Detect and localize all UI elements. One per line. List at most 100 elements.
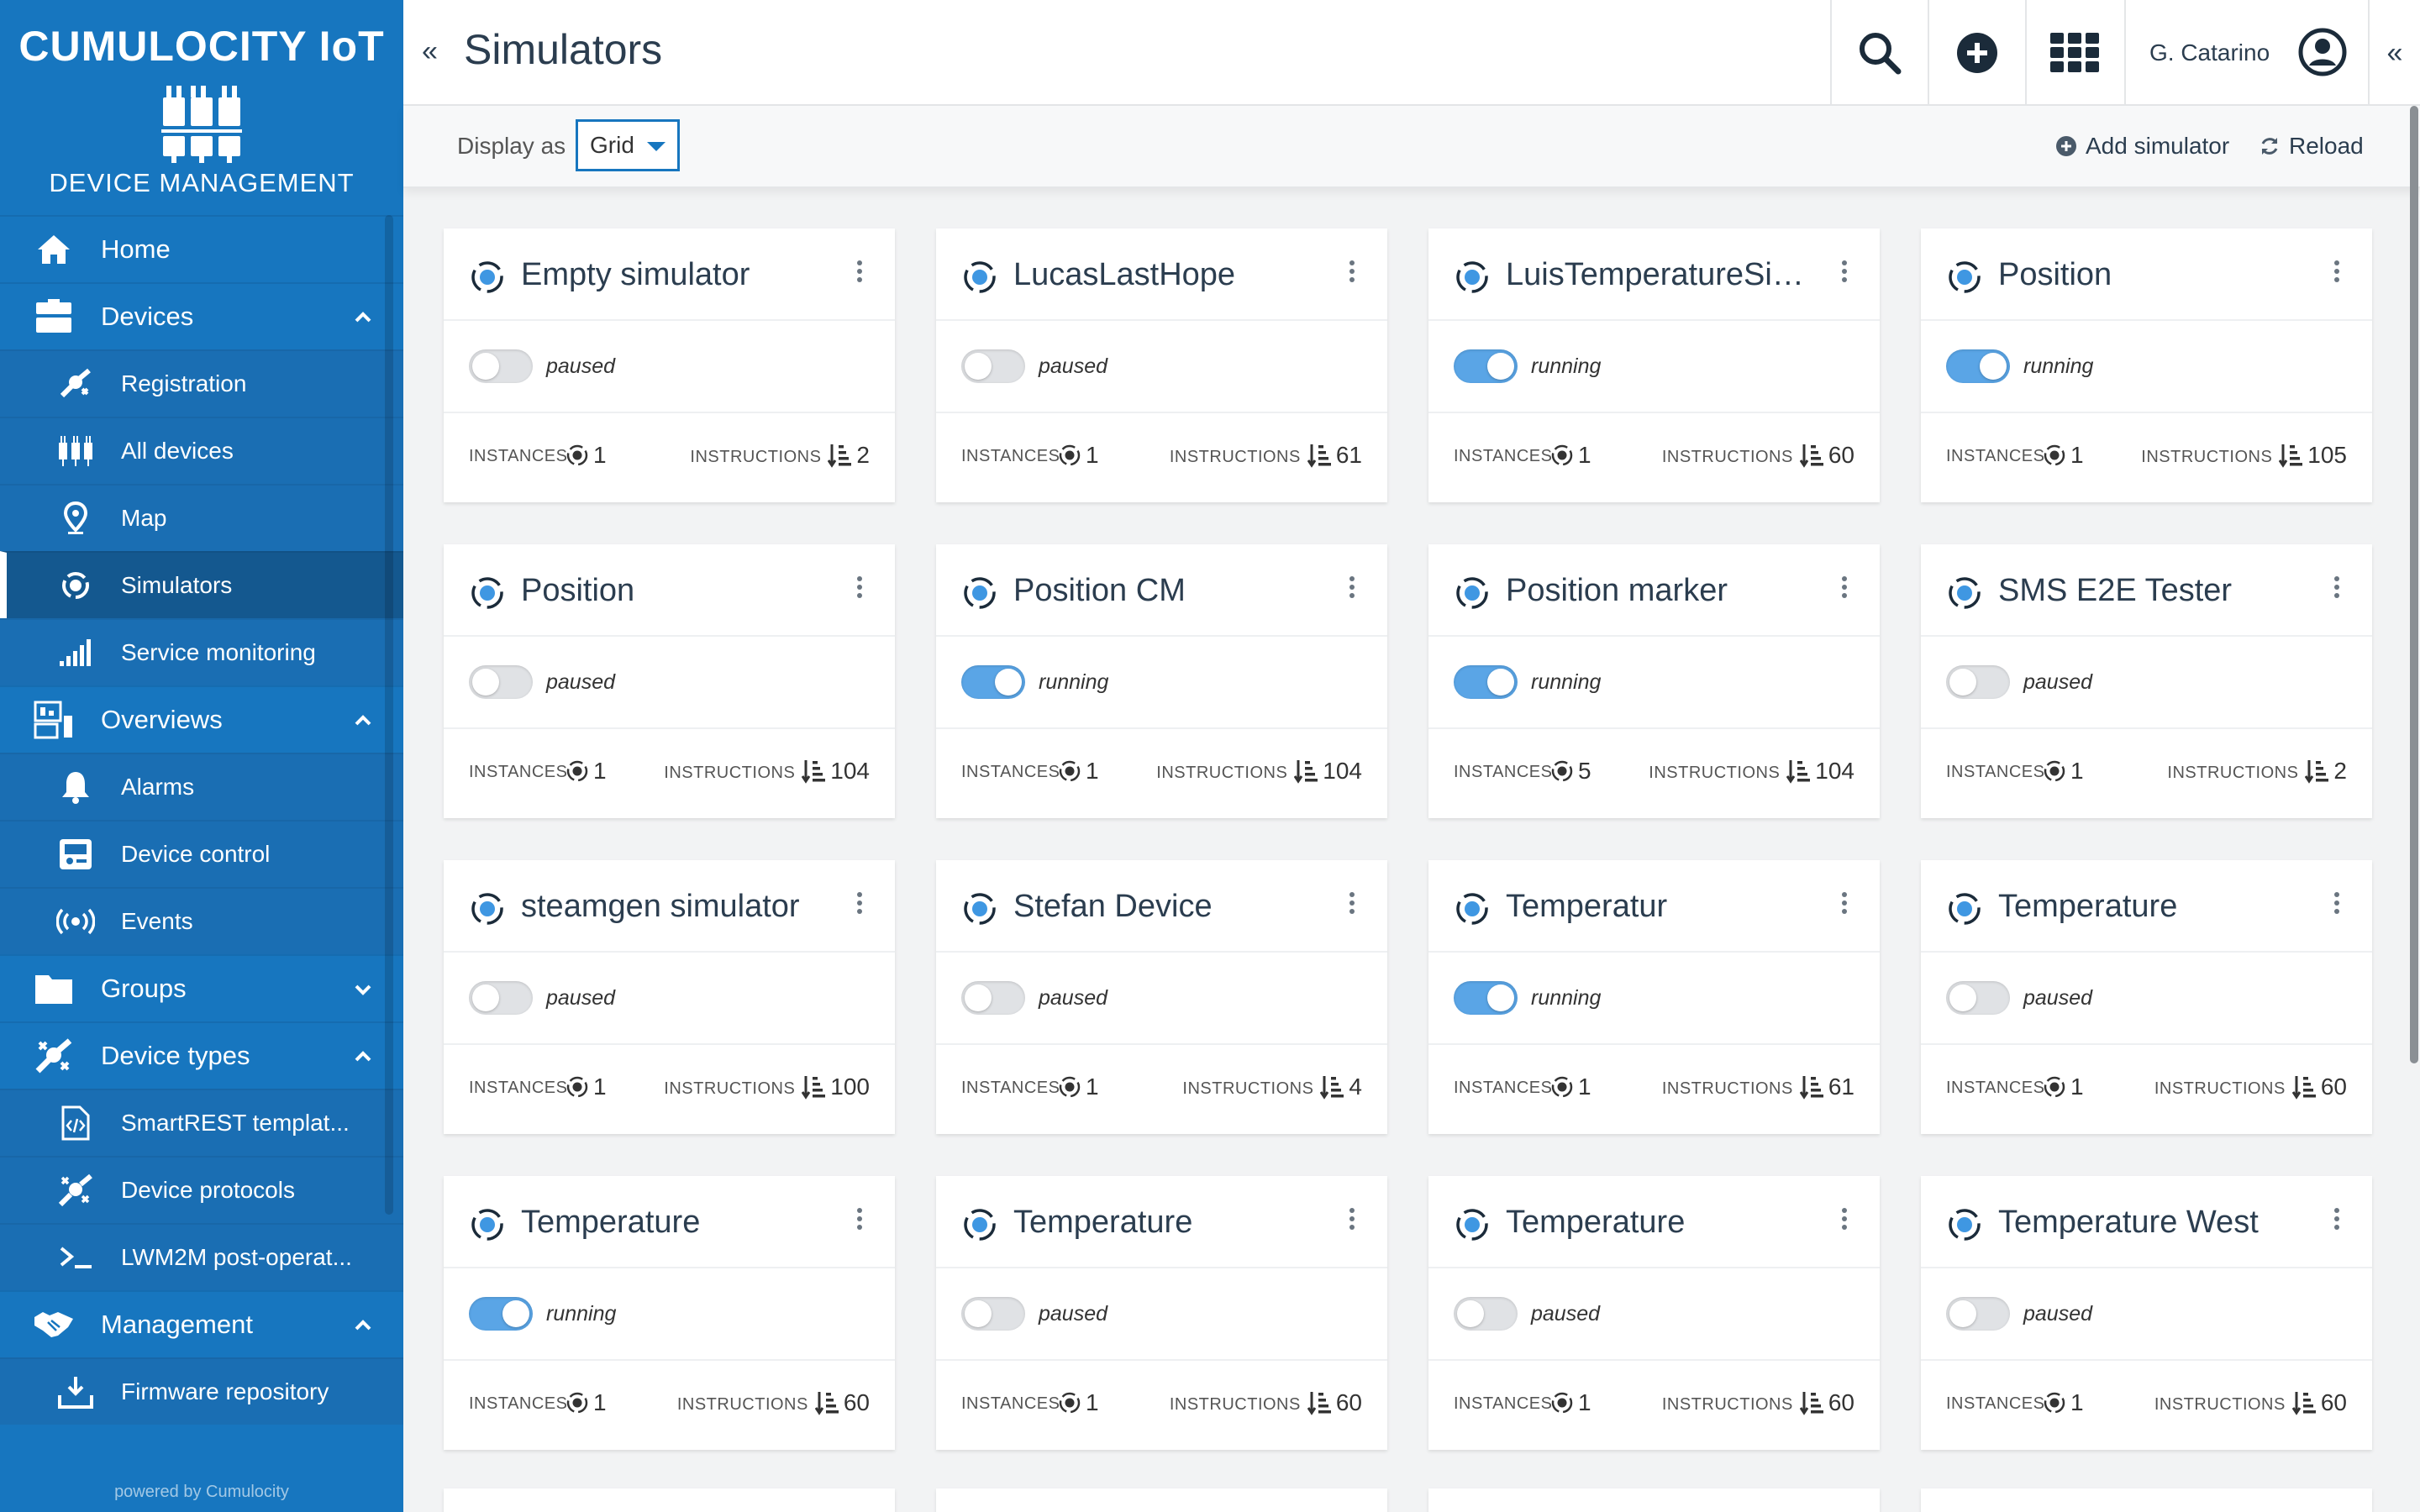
simulator-card[interactable]: Temperatur running INSTANCES 1 INSTRUCTI… — [1428, 860, 1880, 1134]
collapse-nav-icon[interactable]: « — [422, 35, 438, 68]
run-toggle[interactable] — [469, 665, 533, 699]
run-toggle[interactable] — [961, 665, 1025, 699]
main-scrollbar[interactable] — [2410, 106, 2418, 1063]
app-switcher-button[interactable] — [2025, 0, 2123, 106]
simulator-card[interactable]: SMS E2E Tester paused INSTANCES 1 INSTRU… — [1921, 544, 2372, 818]
sidebar-scrollbar[interactable] — [385, 215, 393, 1215]
nav-device-types[interactable]: Device types — [0, 1021, 403, 1089]
more-vertical-icon[interactable] — [1347, 1208, 1357, 1233]
simulator-card[interactable]: steamgen simulator paused INSTANCES 1 IN… — [444, 860, 895, 1134]
instructions-count: 61 — [1828, 1074, 1854, 1100]
chevron-up-icon[interactable] — [353, 1047, 373, 1067]
more-vertical-icon[interactable] — [855, 260, 865, 286]
simulator-card-partial[interactable] — [936, 1488, 1387, 1512]
more-vertical-icon[interactable] — [855, 892, 865, 917]
run-toggle[interactable] — [961, 981, 1025, 1015]
display-as-select[interactable]: Grid — [576, 119, 680, 171]
simulator-card-partial[interactable] — [1921, 1488, 2372, 1512]
simulator-card[interactable]: Position CM running INSTANCES 1 INSTRUCT… — [936, 544, 1387, 818]
instructions-info: INSTRUCTIONS 105 — [2141, 442, 2347, 469]
simulator-status: paused — [1039, 986, 1108, 1010]
more-vertical-icon[interactable] — [855, 1208, 865, 1233]
chevron-down-icon[interactable] — [353, 979, 373, 1000]
instructions-info: INSTRUCTIONS 2 — [2167, 758, 2347, 785]
instructions-count: 104 — [1323, 758, 1362, 784]
card-header: Position CM — [936, 544, 1387, 637]
simulator-card[interactable]: Temperature paused INSTANCES 1 INSTRUCTI… — [936, 1176, 1387, 1450]
more-vertical-icon[interactable] — [855, 576, 865, 601]
run-toggle[interactable] — [961, 349, 1025, 383]
chevron-up-icon[interactable] — [353, 307, 373, 328]
nav-device-control[interactable]: Device control — [0, 820, 403, 887]
more-vertical-icon[interactable] — [1347, 576, 1357, 601]
simulator-card[interactable]: Stefan Device paused INSTANCES 1 INSTRUC… — [936, 860, 1387, 1134]
more-vertical-icon[interactable] — [1347, 892, 1357, 917]
simulator-name: Empty simulator — [521, 257, 750, 292]
run-toggle[interactable] — [1946, 981, 2010, 1015]
collapse-right-panel-icon[interactable]: « — [2368, 0, 2420, 106]
more-vertical-icon[interactable] — [2332, 260, 2342, 286]
chevron-up-icon[interactable] — [353, 711, 373, 731]
run-toggle[interactable] — [469, 1297, 533, 1331]
nav-registration[interactable]: Registration — [0, 349, 403, 417]
nav-simulators[interactable]: Simulators — [0, 551, 403, 618]
nav-devices[interactable]: Devices — [0, 282, 403, 349]
nav-map[interactable]: Map — [0, 484, 403, 551]
nav-overviews[interactable]: Overviews — [0, 685, 403, 753]
nav-groups[interactable]: Groups — [0, 954, 403, 1021]
more-vertical-icon[interactable] — [2332, 576, 2342, 601]
simulator-card[interactable]: LuisTemperatureSim... running INSTANCES … — [1428, 228, 1880, 502]
simulator-card[interactable]: Position running INSTANCES 1 INSTRUCTION… — [1921, 228, 2372, 502]
simulator-card[interactable]: Empty simulator paused INSTANCES 1 INSTR… — [444, 228, 895, 502]
run-toggle[interactable] — [1946, 1297, 2010, 1331]
user-menu[interactable]: G. Catarino — [2124, 0, 2368, 106]
nav-firmware[interactable]: Firmware repository — [0, 1357, 403, 1425]
add-simulator-button[interactable]: Add simulator — [2055, 133, 2229, 160]
nav-smartrest[interactable]: SmartREST templat... — [0, 1089, 403, 1156]
nav-all-devices[interactable]: All devices — [0, 417, 403, 484]
simulator-card[interactable]: Temperature paused INSTANCES 1 INSTRUCTI… — [1428, 1176, 1880, 1450]
run-toggle[interactable] — [1946, 349, 2010, 383]
run-toggle[interactable] — [469, 981, 533, 1015]
simulator-card[interactable]: LucasLastHope paused INSTANCES 1 INSTRUC… — [936, 228, 1387, 502]
card-status: paused — [936, 953, 1387, 1045]
instructions-info: INSTRUCTIONS 104 — [1156, 758, 1362, 785]
run-toggle[interactable] — [1454, 349, 1518, 383]
home-icon — [32, 231, 76, 268]
simulator-card-partial[interactable] — [1428, 1488, 1880, 1512]
more-vertical-icon[interactable] — [1839, 1208, 1849, 1233]
card-header: Temperatur — [1428, 860, 1880, 953]
simulator-card[interactable]: Position paused INSTANCES 1 INSTRUCTIONS… — [444, 544, 895, 818]
reload-button[interactable]: Reload — [2259, 133, 2364, 160]
simulator-card[interactable]: Temperature paused INSTANCES 1 INSTRUCTI… — [1921, 860, 2372, 1134]
run-toggle[interactable] — [469, 349, 533, 383]
more-vertical-icon[interactable] — [2332, 1208, 2342, 1233]
nav-events[interactable]: Events — [0, 887, 403, 954]
run-toggle[interactable] — [1946, 665, 2010, 699]
more-vertical-icon[interactable] — [1839, 260, 1849, 286]
more-vertical-icon[interactable] — [1347, 260, 1357, 286]
run-toggle[interactable] — [1454, 1297, 1518, 1331]
run-toggle[interactable] — [1454, 665, 1518, 699]
run-toggle[interactable] — [1454, 981, 1518, 1015]
nav-service-monitoring[interactable]: Service monitoring — [0, 618, 403, 685]
more-vertical-icon[interactable] — [1839, 576, 1849, 601]
nav-management[interactable]: Management — [0, 1290, 403, 1357]
search-button[interactable] — [1830, 0, 1928, 106]
nav-lwm2m[interactable]: LWM2M post-operat... — [0, 1223, 403, 1290]
simulator-card-partial[interactable] — [444, 1488, 895, 1512]
more-vertical-icon[interactable] — [1839, 892, 1849, 917]
run-toggle[interactable] — [961, 1297, 1025, 1331]
simulator-name: Temperature — [1013, 1205, 1193, 1240]
card-header: Position — [444, 544, 895, 637]
add-button[interactable] — [1928, 0, 2025, 106]
nav-alarms[interactable]: Alarms — [0, 753, 403, 820]
nav-device-protocols[interactable]: Device protocols — [0, 1156, 403, 1223]
map-pin-icon — [55, 500, 96, 537]
simulator-card[interactable]: Temperature West paused INSTANCES 1 INST… — [1921, 1176, 2372, 1450]
more-vertical-icon[interactable] — [2332, 892, 2342, 917]
nav-home[interactable]: Home — [0, 215, 403, 282]
simulator-card[interactable]: Position marker running INSTANCES 5 INST… — [1428, 544, 1880, 818]
simulator-card[interactable]: Temperature running INSTANCES 1 INSTRUCT… — [444, 1176, 895, 1450]
chevron-up-icon[interactable] — [353, 1315, 373, 1336]
